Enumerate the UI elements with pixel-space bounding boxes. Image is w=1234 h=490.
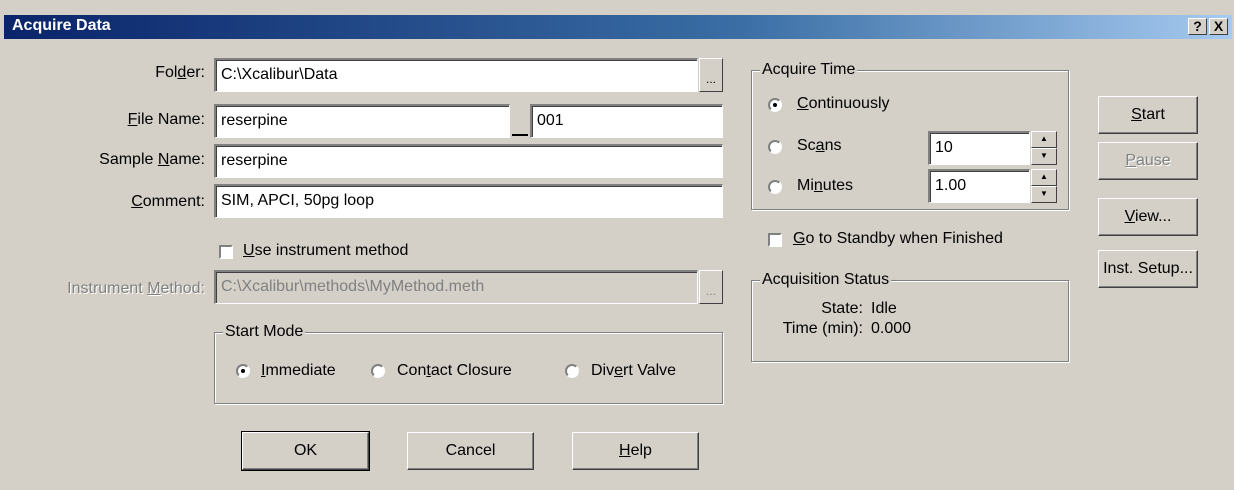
sample-name-field[interactable]: reserpine bbox=[214, 144, 723, 178]
help-button[interactable]: Help bbox=[572, 432, 699, 470]
title-bar: Acquire Data ? X bbox=[4, 15, 1232, 39]
state-label: State: bbox=[821, 300, 863, 317]
scans-spin-down-icon[interactable]: ▼ bbox=[1031, 148, 1057, 165]
instrument-method-field[interactable]: C:\Xcalibur\methods\MyMethod.meth bbox=[214, 270, 698, 304]
scans-field[interactable]: 10 bbox=[928, 131, 1030, 165]
sample-name-label: Sample Name: bbox=[99, 151, 205, 168]
cancel-button[interactable]: Cancel bbox=[407, 432, 534, 470]
contact-closure-radio[interactable] bbox=[371, 364, 385, 378]
comment-field[interactable]: SIM, APCI, 50pg loop bbox=[214, 184, 723, 218]
continuously-radio[interactable] bbox=[768, 98, 782, 112]
acquire-data-dialog: Acquire Data ? X Folder: C:\Xcalibur\Dat… bbox=[0, 0, 1234, 490]
window-title: Acquire Data bbox=[12, 17, 111, 34]
minutes-label: Minutes bbox=[797, 177, 854, 194]
file-name-field[interactable]: reserpine bbox=[214, 104, 510, 138]
scans-spin-up-icon[interactable]: ▲ bbox=[1031, 131, 1057, 148]
help-title-button[interactable]: ? bbox=[1188, 18, 1207, 35]
view-button[interactable]: View... bbox=[1098, 198, 1198, 236]
folder-field[interactable]: C:\Xcalibur\Data bbox=[214, 58, 698, 92]
file-name-label: File Name: bbox=[127, 111, 205, 128]
close-title-button[interactable]: X bbox=[1209, 18, 1228, 35]
acquire-time-title: Acquire Time bbox=[760, 61, 858, 79]
time-value: 0.000 bbox=[871, 320, 912, 337]
instrument-method-label: Instrument Method: bbox=[67, 280, 205, 297]
state-value: Idle bbox=[871, 300, 897, 317]
divert-valve-radio[interactable] bbox=[565, 364, 579, 378]
inst-setup-button[interactable]: Inst. Setup... bbox=[1098, 250, 1198, 288]
folder-browse-button[interactable]: ... bbox=[699, 58, 723, 92]
comment-label: Comment: bbox=[131, 193, 205, 210]
start-mode-title: Start Mode bbox=[223, 323, 306, 341]
scans-spinner[interactable]: ▲ ▼ bbox=[1031, 131, 1057, 165]
minutes-field[interactable]: 1.00 bbox=[928, 169, 1030, 203]
divert-valve-label: Divert Valve bbox=[591, 362, 677, 379]
scans-radio[interactable] bbox=[768, 140, 782, 154]
contact-closure-label: Contact Closure bbox=[397, 362, 512, 379]
instrument-method-browse-button[interactable]: ... bbox=[699, 270, 723, 304]
immediate-label: Immediate bbox=[261, 362, 336, 379]
minutes-radio[interactable] bbox=[768, 180, 782, 194]
scans-label: Scans bbox=[797, 137, 842, 154]
standby-checkbox[interactable] bbox=[768, 233, 782, 247]
continuously-label: Continuously bbox=[797, 95, 890, 112]
minutes-spin-up-icon[interactable]: ▲ bbox=[1031, 169, 1057, 186]
use-instrument-method-checkbox[interactable] bbox=[219, 245, 233, 259]
file-number-field[interactable]: 001 bbox=[530, 104, 723, 138]
time-label: Time (min): bbox=[782, 320, 863, 337]
file-name-separator bbox=[512, 134, 528, 136]
pause-button[interactable]: Pause bbox=[1098, 142, 1198, 180]
minutes-spin-down-icon[interactable]: ▼ bbox=[1031, 186, 1057, 203]
standby-label: Go to Standby when Finished bbox=[793, 230, 1003, 247]
acquisition-status-title: Acquisition Status bbox=[760, 271, 892, 289]
minutes-spinner[interactable]: ▲ ▼ bbox=[1031, 169, 1057, 203]
start-button[interactable]: Start bbox=[1098, 96, 1198, 134]
ok-button[interactable]: OK bbox=[241, 431, 370, 471]
folder-label: Folder: bbox=[155, 64, 205, 81]
immediate-radio[interactable] bbox=[236, 364, 250, 378]
use-instrument-method-label: Use instrument method bbox=[243, 242, 409, 259]
